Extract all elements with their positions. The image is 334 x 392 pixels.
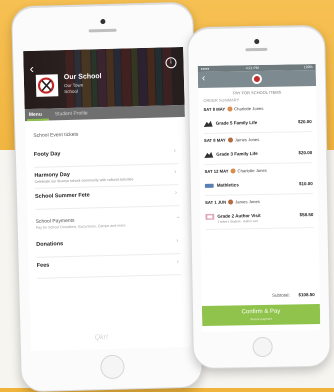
left-screen: ‹ i Our School Our Town School Menu Stud… [23, 46, 191, 352]
section-title-events: School Event tickets [33, 131, 79, 139]
left-phone: ‹ i Our School Our Town School Menu Stud… [10, 1, 204, 392]
tab-menu[interactable]: Menu [29, 112, 42, 118]
list-item-title: Footy Day [33, 151, 61, 158]
order-item-name: Grade 3 Family Life [216, 151, 258, 157]
camera-icon [99, 18, 105, 25]
order-item[interactable]: Grade 5 Family Life $20.00 [203, 118, 312, 130]
order-item-name: Mathletics [216, 182, 239, 188]
author-icon [205, 213, 215, 220]
school-type: School [64, 88, 79, 95]
order-group-header: SAT 8 MAY James Jones [203, 136, 260, 143]
home-button[interactable] [100, 354, 125, 380]
order-group-header: SAT 1 JUN James Jones [205, 198, 260, 205]
nav-bar: ‹ [197, 69, 317, 89]
chevron-right-icon: › [174, 190, 178, 197]
school-location: Our Town [64, 82, 84, 89]
subtotal-value: $108.50 [298, 292, 315, 298]
order-item-detail: 1 ticket x Student - Author visit [217, 219, 258, 224]
speaker-grille [245, 47, 268, 52]
order-item-name: Grade 2 Author Visit [217, 212, 261, 219]
confirm-pay-sublabel: Secure payment [250, 316, 273, 322]
list-item-title: School Summer Fete [34, 192, 90, 200]
avatar [227, 106, 233, 112]
list-item-title: Fees [36, 262, 50, 269]
order-item[interactable]: Grade 2 Author Visit $58.50 1 ticket x S… [205, 211, 313, 227]
avatar [228, 199, 234, 205]
order-item-price: $20.00 [298, 150, 313, 156]
order-group-header: SAT 12 MAY Charlotte Jones [204, 167, 267, 174]
speaker-grille [88, 28, 117, 33]
list-item-title: Donations [36, 241, 64, 248]
camera-icon [253, 38, 259, 45]
active-tab-indicator [26, 118, 49, 122]
order-summary-label: ORDER SUMMARY [203, 97, 240, 103]
right-screen: ●●●● 4:21 PM 100% ‹ PAY FOR SCHOOL ITEMS… [197, 63, 321, 333]
list-item-title: Harmony Day [34, 171, 70, 179]
home-button[interactable] [252, 336, 273, 358]
confirm-pay-label: Confirm & Pay [241, 308, 281, 316]
list-item-summer-fete[interactable]: School Summer Fete › [34, 185, 180, 210]
section-title-payments: School Payments [35, 217, 75, 225]
tab-student-profile[interactable]: Student Profile [55, 110, 88, 117]
subtotal-label: Subtotal: [271, 292, 290, 298]
school-name: Our School [63, 73, 102, 82]
school-header: ‹ i Our School Our Town School [23, 46, 185, 110]
right-phone: ●●●● 4:21 PM 100% ‹ PAY FOR SCHOOL ITEMS… [187, 24, 331, 370]
chevron-right-icon: › [176, 238, 179, 245]
order-item[interactable]: Grade 3 Family Life $20.00 [204, 149, 312, 161]
order-item-price: $20.00 [297, 119, 312, 125]
order-item-price: $58.50 [299, 212, 314, 218]
chevron-right-icon: › [176, 259, 179, 266]
kangaroo-icon [204, 151, 214, 158]
qkr-logo: Qkr! [94, 334, 109, 342]
school-logo [251, 73, 263, 85]
list-item-fees[interactable]: Fees › [36, 254, 182, 279]
avatar [227, 137, 233, 143]
chevron-right-icon: › [174, 169, 177, 176]
back-chevron-icon[interactable]: ‹ [202, 73, 206, 84]
order-item-price: $10.00 [298, 181, 313, 187]
chevron-right-icon: › [173, 148, 176, 155]
pay-for-label: PAY FOR SCHOOL ITEMS [233, 89, 282, 96]
canteen-icon [204, 183, 214, 188]
confirm-pay-button[interactable]: Confirm & Pay Secure payment [201, 303, 321, 327]
kangaroo-icon [203, 120, 213, 127]
order-item[interactable]: Mathletics $10.00 [204, 180, 313, 192]
order-item-name: Grade 5 Family Life [215, 120, 258, 126]
school-logo [35, 74, 59, 97]
order-group-header: SAT 8 MAY Charlotte Jones [203, 105, 264, 112]
back-chevron-icon[interactable]: ‹ [29, 61, 34, 76]
avatar [230, 168, 236, 174]
chevron-down-icon[interactable]: ⌄ [175, 213, 185, 220]
